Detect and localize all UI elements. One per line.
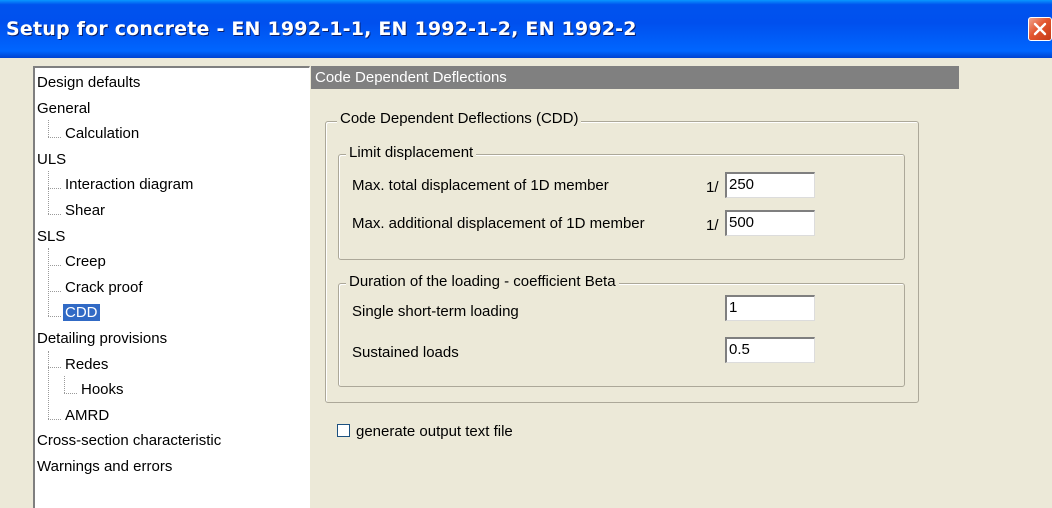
tree-item-label: AMRD bbox=[65, 406, 110, 424]
title-bar[interactable]: Setup for concrete - EN 1992-1-1, EN 199… bbox=[0, 0, 1052, 58]
total-displacement-prefix: 1/ bbox=[706, 179, 719, 196]
tree-connector bbox=[48, 418, 61, 420]
tree-item-shear[interactable]: Shear bbox=[63, 201, 107, 221]
loading-duration-title: Duration of the loading - coefficient Be… bbox=[346, 273, 619, 290]
additional-displacement-prefix: 1/ bbox=[706, 217, 719, 234]
tree-item-label: Interaction diagram bbox=[65, 176, 194, 194]
tree-connector bbox=[64, 376, 65, 393]
sustained-loads-label: Sustained loads bbox=[352, 344, 459, 361]
tree-item-label: SLS bbox=[37, 227, 66, 245]
tree-item-warnings-and-errors[interactable]: Warnings and errors bbox=[35, 457, 174, 477]
tree-item-label: Warnings and errors bbox=[37, 458, 173, 475]
tree-connector bbox=[48, 350, 49, 419]
tree-item-cross-section-characteristic[interactable]: Cross-section characteristic bbox=[35, 431, 223, 451]
tree-connector bbox=[48, 213, 61, 215]
limit-displacement-title: Limit displacement bbox=[346, 144, 477, 161]
sustained-loads-input[interactable]: 0.5 bbox=[725, 337, 815, 363]
tree-item-sls[interactable]: SLS bbox=[35, 227, 67, 247]
settings-tree[interactable]: Design defaults General Calculation ULS Inte… bbox=[33, 66, 310, 508]
window-title: Setup for concrete - EN 1992-1-1, EN 199… bbox=[6, 18, 637, 40]
short-term-loading-label: Single short-term loading bbox=[352, 303, 519, 320]
tree-connector bbox=[48, 188, 61, 190]
tree-item-label: Detailing provisions bbox=[37, 330, 168, 347]
total-displacement-label: Max. total displacement of 1D member bbox=[352, 177, 609, 194]
tree-connector bbox=[48, 137, 61, 138]
additional-displacement-input[interactable]: 500 bbox=[725, 210, 815, 236]
tree-item-label: Design defaults bbox=[37, 74, 141, 91]
tree-item-label: Hooks bbox=[81, 381, 124, 399]
tree-item-general[interactable]: General bbox=[35, 99, 92, 119]
tree-item-label: Cross-section characteristic bbox=[37, 432, 222, 450]
tree-item-hooks[interactable]: Hooks bbox=[79, 380, 126, 400]
tree-connector bbox=[64, 393, 77, 394]
tree-connector bbox=[48, 265, 61, 266]
tree-connector bbox=[48, 290, 61, 292]
total-displacement-input[interactable]: 250 bbox=[725, 172, 815, 198]
tree-connector bbox=[48, 171, 49, 214]
tree-item-amrd[interactable]: AMRD bbox=[63, 406, 111, 426]
tree-item-cdd[interactable]: CDD bbox=[63, 303, 100, 323]
tree-connector bbox=[48, 248, 49, 317]
cdd-group-title: Code Dependent Deflections (CDD) bbox=[337, 110, 582, 127]
tree-connector bbox=[48, 316, 61, 318]
tree-item-label: Calculation bbox=[65, 125, 140, 143]
tree-item-crack-proof[interactable]: Crack proof bbox=[63, 278, 145, 298]
limit-displacement-group bbox=[338, 154, 905, 260]
generate-output-label[interactable]: generate output text file bbox=[356, 423, 513, 440]
panel-header: Code Dependent Deflections bbox=[311, 66, 959, 89]
generate-output-checkbox[interactable] bbox=[337, 424, 350, 437]
tree-item-uls[interactable]: ULS bbox=[35, 150, 68, 170]
tree-item-label: Crack proof bbox=[65, 278, 143, 296]
tree-item-redes[interactable]: Redes bbox=[63, 355, 110, 375]
tree-connector bbox=[48, 120, 49, 137]
tree-item-design-defaults[interactable]: Design defaults bbox=[35, 73, 142, 93]
short-term-loading-input[interactable]: 1 bbox=[725, 295, 815, 321]
tree-item-label: ULS bbox=[37, 150, 67, 168]
tree-item-label: Redes bbox=[65, 355, 109, 373]
tree-item-detailing-provisions[interactable]: Detailing provisions bbox=[35, 329, 169, 349]
tree-item-calculation[interactable]: Calculation bbox=[63, 124, 141, 144]
close-icon bbox=[1033, 22, 1047, 36]
setup-dialog: Setup for concrete - EN 1992-1-1, EN 199… bbox=[0, 0, 1052, 508]
tree-connector bbox=[48, 367, 61, 369]
tree-item-label: Shear bbox=[65, 202, 106, 219]
tree-item-label: General bbox=[37, 99, 91, 117]
tree-item-label: Creep bbox=[65, 253, 106, 271]
additional-displacement-label: Max. additional displacement of 1D membe… bbox=[352, 215, 645, 232]
close-button[interactable] bbox=[1028, 17, 1052, 41]
tree-item-creep[interactable]: Creep bbox=[63, 252, 108, 272]
tree-item-interaction-diagram[interactable]: Interaction diagram bbox=[63, 175, 195, 195]
tree-item-label: CDD bbox=[63, 304, 100, 322]
loading-duration-group bbox=[338, 283, 905, 387]
